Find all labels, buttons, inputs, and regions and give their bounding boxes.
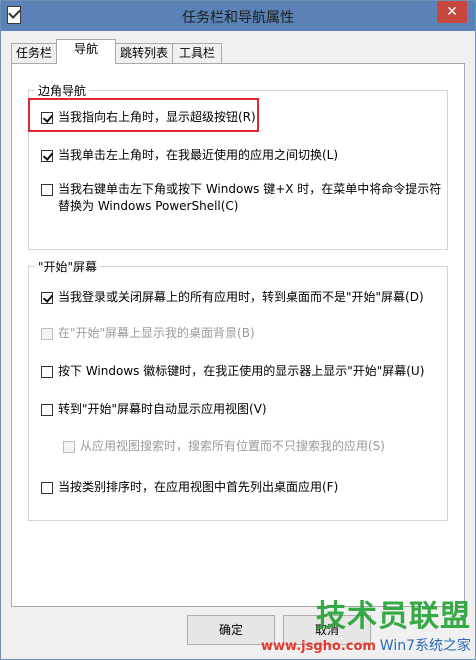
checkbox-start-on-current-display[interactable] — [41, 366, 53, 378]
group-title-start-screen: "开始"屏幕 — [35, 258, 101, 275]
tab-jump-lists[interactable]: 跳转列表 — [115, 43, 173, 63]
option-label: 从应用视图搜索时，搜索所有位置而不只搜索我的应用(S) — [80, 439, 385, 453]
checkbox-desktop-background — [41, 328, 53, 340]
watermark-footer: www.jsgho.com Win7系统之家 — [261, 635, 471, 655]
option-start-on-current-display[interactable]: 按下 Windows 徽标键时，在我正使用的显示器上显示"开始"屏幕(U) — [41, 363, 424, 380]
tab-navigation[interactable]: 导航 — [56, 39, 116, 64]
window-title: 任务栏和导航属性 — [182, 10, 294, 26]
watermark: 技术员联盟 www.jsgho.com Win7系统之家 — [261, 591, 471, 655]
tab-taskbar[interactable]: 任务栏 — [11, 43, 57, 63]
checkbox-list-desktop-apps-first[interactable] — [41, 482, 53, 494]
option-powershell[interactable]: 当我右键单击左下角或按下 Windows 键+X 时，在菜单中将命令提示符 替换… — [41, 181, 441, 215]
watermark-suffix: Win7系统之家 — [379, 638, 471, 654]
option-switch-recent-apps[interactable]: 当我单击左上角时，在我最近使用的应用之间切换(L) — [41, 147, 338, 164]
watermark-logo: 技术员联盟 — [316, 599, 471, 634]
checkbox-show-apps-view[interactable] — [41, 404, 53, 416]
option-label: 转到"开始"屏幕时自动显示应用视图(V) — [58, 402, 267, 416]
option-list-desktop-apps-first[interactable]: 当按类别排序时，在应用视图中首先列出桌面应用(F) — [41, 479, 338, 496]
group-title-corner-navigation: 边角导航 — [35, 82, 90, 99]
option-label-line2: 替换为 Windows PowerShell(C) — [58, 199, 239, 213]
option-label: 当我右键单击左下角或按下 Windows 键+X 时，在菜单中将命令提示符 替换… — [58, 181, 441, 215]
option-label: 当按类别排序时，在应用视图中首先列出桌面应用(F) — [58, 480, 339, 494]
option-show-apps-view[interactable]: 转到"开始"屏幕时自动显示应用视图(V) — [41, 401, 267, 418]
option-label: 当我登录或关闭屏幕上的所有应用时，转到桌面而不是"开始"屏幕(D) — [58, 290, 424, 304]
watermark-url: www.jsgho.com — [261, 639, 376, 654]
option-label: 在"开始"屏幕上显示我的桌面背景(B) — [58, 326, 255, 340]
tab-toolbars[interactable]: 工具栏 — [172, 43, 222, 63]
checkbox-search-everywhere — [63, 441, 75, 453]
option-go-to-desktop[interactable]: 当我登录或关闭屏幕上的所有应用时，转到桌面而不是"开始"屏幕(D) — [41, 289, 424, 306]
option-label-line1: 当我右键单击左下角或按下 Windows 键+X 时，在菜单中将命令提示符 — [58, 182, 442, 196]
checkbox-switch-recent-apps[interactable] — [41, 150, 53, 162]
option-label: 按下 Windows 徽标键时，在我正使用的显示器上显示"开始"屏幕(U) — [58, 364, 425, 378]
title-bar[interactable]: 任务栏和导航属性 ✕ — [1, 1, 475, 31]
checkbox-go-to-desktop[interactable] — [41, 292, 53, 304]
option-search-everywhere: 从应用视图搜索时，搜索所有位置而不只搜索我的应用(S) — [63, 438, 385, 455]
option-desktop-background: 在"开始"屏幕上显示我的桌面背景(B) — [41, 325, 255, 342]
checkbox-powershell[interactable] — [41, 184, 53, 196]
option-label: 当我单击左上角时，在我最近使用的应用之间切换(L) — [58, 148, 339, 162]
close-button[interactable]: ✕ — [437, 1, 467, 23]
properties-window: 任务栏和导航属性 ✕ 任务栏 导航 跳转列表 工具栏 边角导航 "开始"屏幕 当… — [0, 0, 476, 660]
highlight-box — [28, 98, 259, 132]
